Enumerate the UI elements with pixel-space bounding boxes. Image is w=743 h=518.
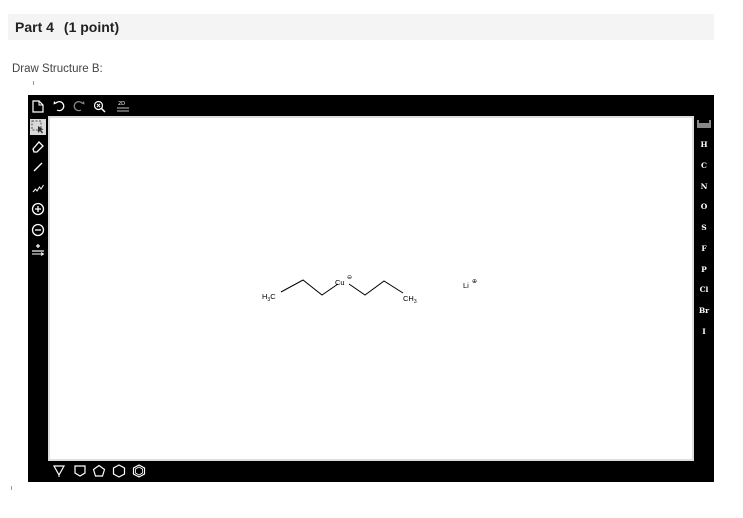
eraser-icon[interactable] [30, 139, 46, 155]
cyclohexane-icon[interactable] [111, 463, 127, 479]
lithium-label: Li [463, 281, 469, 290]
structure-editor: 2D H3C Cu ⊖ CH3 Li ⊕ H C N O S F P Cl Br… [28, 95, 714, 482]
top-marker [33, 81, 34, 85]
benzene-icon[interactable] [131, 463, 147, 479]
bottom-toolbar [48, 461, 694, 482]
left-chain-bonds [280, 279, 339, 296]
cyclopropane-icon[interactable] [51, 463, 67, 479]
copper-atom-label: Cu [335, 278, 345, 287]
2d-clean-label: 2D [118, 101, 125, 107]
right-chain-bonds [348, 280, 404, 296]
left-toolbar [28, 116, 48, 461]
points-label: (1 point) [63, 19, 120, 35]
atom-button-n[interactable]: N [694, 178, 714, 194]
2d-clean-icon[interactable]: 2D [114, 98, 132, 114]
chain-icon[interactable] [30, 180, 46, 196]
instruction-text: Draw Structure B: [12, 63, 103, 75]
atom-button-f[interactable]: F [694, 240, 714, 256]
atom-button-br[interactable]: Br [694, 302, 714, 318]
atom-button-o[interactable]: O [694, 198, 714, 214]
top-toolbar: 2D [28, 95, 714, 116]
cyclopentane-icon[interactable] [91, 463, 107, 479]
new-document-icon[interactable] [30, 98, 46, 114]
atom-button-h[interactable]: H [694, 136, 714, 152]
reaction-arrow-icon[interactable] [30, 242, 46, 258]
bottom-marker [11, 486, 12, 490]
select-tool-icon[interactable] [30, 119, 46, 135]
undo-icon[interactable] [51, 98, 67, 114]
atom-button-p[interactable]: P [694, 261, 714, 277]
single-bond-icon[interactable] [30, 159, 46, 175]
drawing-canvas[interactable]: H3C Cu ⊖ CH3 Li ⊕ [48, 116, 694, 461]
atom-button-s[interactable]: S [694, 219, 714, 235]
minus-charge-icon[interactable] [30, 222, 46, 238]
atom-button-i[interactable]: I [694, 323, 714, 339]
right-methyl-label: CH3 [403, 294, 417, 305]
zoom-icon[interactable] [91, 98, 107, 114]
right-toolbar: H C N O S F P Cl Br I [694, 116, 714, 461]
periodic-table-icon[interactable] [694, 116, 714, 132]
atom-button-c[interactable]: C [694, 157, 714, 173]
part-label: Part 4 [15, 19, 54, 35]
copper-charge: ⊖ [347, 274, 352, 281]
redo-icon[interactable] [71, 98, 87, 114]
left-methyl-label: H3C [262, 292, 276, 303]
cyclobutane-icon[interactable] [72, 463, 88, 479]
atom-button-cl[interactable]: Cl [694, 281, 714, 297]
lithium-charge: ⊕ [472, 278, 477, 285]
plus-charge-icon[interactable] [30, 201, 46, 217]
molecule-drawing: H3C Cu ⊖ CH3 Li ⊕ [262, 274, 477, 305]
part-header: Part 4 (1 point) [8, 14, 714, 40]
